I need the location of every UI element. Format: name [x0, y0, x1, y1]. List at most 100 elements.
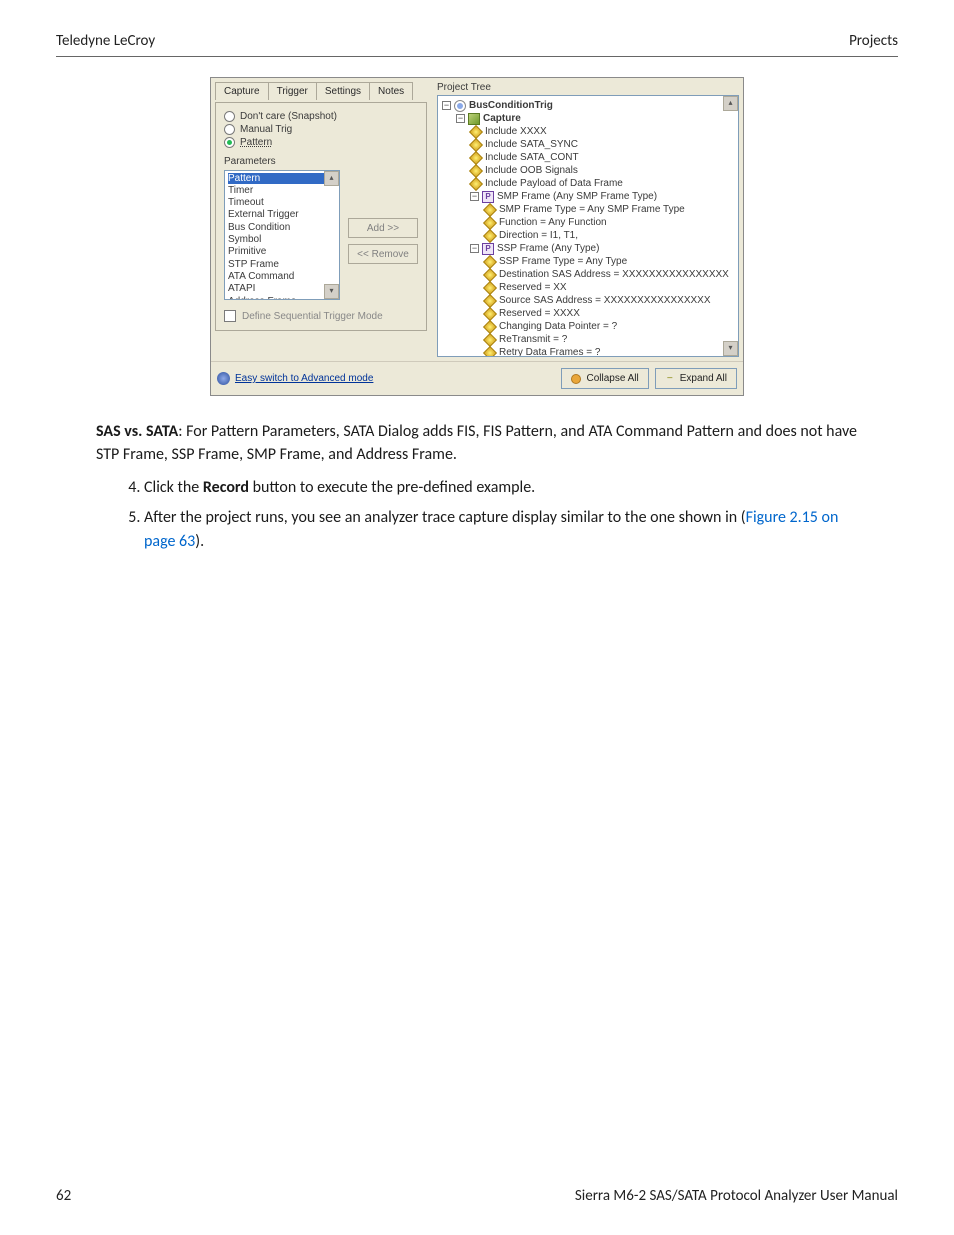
collapse-icon[interactable]: −	[470, 244, 479, 253]
diamond-icon	[484, 308, 496, 320]
dialog-right-panel: Project Tree ▴ − BusConditionTrig	[431, 78, 743, 361]
list-item[interactable]: Primitive	[228, 246, 266, 257]
manual-title: Sierra M6-2 SAS/SATA Protocol Analyzer U…	[575, 1187, 898, 1205]
diamond-icon	[470, 178, 482, 190]
minus-icon: −	[665, 374, 675, 384]
collapse-icon[interactable]: −	[456, 114, 465, 123]
easy-switch-link[interactable]: Easy switch to Advanced mode	[217, 372, 373, 385]
header-left: Teledyne LeCroy	[56, 32, 155, 50]
add-button[interactable]: Add >>	[348, 218, 418, 238]
tree-item[interactable]: Function = Any Function	[499, 216, 607, 229]
body-rest: : For Pattern Parameters, SATA Dialog ad…	[96, 422, 857, 464]
p-icon: P	[482, 243, 494, 255]
expand-all-button[interactable]: − Expand All	[655, 368, 737, 389]
radio-pattern[interactable]	[224, 137, 235, 148]
diamond-icon	[470, 126, 482, 138]
tree-root[interactable]: BusConditionTrig	[469, 99, 553, 112]
project-tree[interactable]: ▴ − BusConditionTrig	[437, 95, 739, 357]
parameters-label: Parameters	[224, 156, 418, 167]
diamond-icon	[484, 295, 496, 307]
tree-scroll-down-icon[interactable]: ▾	[723, 341, 738, 356]
list-item[interactable]: Timeout	[228, 197, 264, 208]
step4-record: Record	[203, 478, 249, 497]
diamond-icon	[484, 321, 496, 333]
tree-item[interactable]: Retry Data Frames = ?	[499, 346, 600, 357]
tree-item[interactable]: Include SATA_SYNC	[485, 138, 578, 151]
tab-notes[interactable]: Notes	[369, 82, 413, 100]
radio-manual-label: Manual Trig	[240, 124, 292, 135]
parameters-listbox[interactable]: ▴ Pattern Timer Timeout External Trigger…	[224, 170, 340, 300]
diamond-icon	[484, 334, 496, 346]
circle-icon	[571, 374, 581, 384]
tree-item[interactable]: Changing Data Pointer = ?	[499, 320, 617, 333]
tree-item[interactable]: ReTransmit = ?	[499, 333, 567, 346]
diamond-icon	[484, 230, 496, 242]
trigger-panel: Don't care (Snapshot) Manual Trig Patter…	[215, 102, 427, 331]
expand-all-label: Expand All	[680, 373, 727, 384]
list-item[interactable]: Bus Condition	[228, 222, 290, 233]
list-item[interactable]: ATAPI	[228, 283, 255, 294]
dialog-left-panel: Capture Trigger Settings Notes Don't car…	[211, 78, 431, 361]
diamond-icon	[484, 269, 496, 281]
list-item[interactable]: Address Frame	[228, 296, 296, 300]
tree-scroll-up-icon[interactable]: ▴	[723, 96, 738, 111]
tree-capture[interactable]: Capture	[483, 112, 521, 125]
checkbox-define-sequential[interactable]	[224, 310, 236, 322]
step-4: Click the Record button to execute the p…	[144, 476, 858, 500]
step4-c: button to execute the pre-defined exampl…	[249, 478, 535, 497]
diamond-icon	[470, 165, 482, 177]
step4-a: Click the	[144, 478, 203, 497]
tab-trigger[interactable]: Trigger	[268, 82, 317, 100]
tree-item[interactable]: Include Payload of Data Frame	[485, 177, 623, 190]
tree-item[interactable]: Source SAS Address = XXXXXXXXXXXXXXXX	[499, 294, 711, 307]
tree-item[interactable]: Include XXXX	[485, 125, 547, 138]
tree-item[interactable]: Reserved = XXXX	[499, 307, 580, 320]
radio-manual[interactable]	[224, 124, 235, 135]
header-right: Projects	[849, 32, 898, 50]
steps-list: Click the Record button to execute the p…	[124, 476, 858, 554]
list-item[interactable]: External Trigger	[228, 209, 299, 220]
radio-snapshot-label: Don't care (Snapshot)	[240, 111, 337, 122]
tree-ssp[interactable]: SSP Frame (Any Type)	[497, 242, 599, 255]
remove-button[interactable]: << Remove	[348, 244, 418, 264]
collapse-all-button[interactable]: Collapse All	[561, 368, 648, 389]
tree-item[interactable]: SMP Frame Type = Any SMP Frame Type	[499, 203, 685, 216]
diamond-icon	[470, 139, 482, 151]
tree-smp[interactable]: SMP Frame (Any SMP Frame Type)	[497, 190, 657, 203]
tree-item[interactable]: Include OOB Signals	[485, 164, 578, 177]
collapse-icon[interactable]: −	[470, 192, 479, 201]
scroll-up-icon[interactable]: ▴	[324, 171, 339, 186]
list-item[interactable]: Pattern	[228, 173, 260, 184]
step-5: After the project runs, you see an analy…	[144, 506, 858, 554]
root-icon	[454, 100, 466, 112]
radio-snapshot[interactable]	[224, 111, 235, 122]
body-lead: SAS vs. SATA	[96, 422, 178, 441]
list-item[interactable]: STP Frame	[228, 259, 279, 270]
step5-b: ).	[195, 532, 204, 551]
easy-switch-label: Easy switch to Advanced mode	[235, 373, 373, 384]
tab-settings[interactable]: Settings	[316, 82, 370, 100]
tree-item[interactable]: Destination SAS Address = XXXXXXXXXXXXXX…	[499, 268, 729, 281]
collapse-icon[interactable]: −	[442, 101, 451, 110]
header-rule	[56, 56, 898, 57]
tree-item[interactable]: SSP Frame Type = Any Type	[499, 255, 627, 268]
list-item[interactable]: ATA Command	[228, 271, 294, 282]
list-item[interactable]: Symbol	[228, 234, 261, 245]
diamond-icon	[484, 347, 496, 358]
capture-icon	[468, 113, 480, 125]
tree-item[interactable]: Include SATA_CONT	[485, 151, 579, 164]
step5-a: After the project runs, you see an analy…	[144, 508, 746, 527]
tabs-bar: Capture Trigger Settings Notes	[215, 82, 427, 100]
scroll-down-icon[interactable]: ▾	[324, 284, 339, 299]
diamond-icon	[484, 282, 496, 294]
list-item[interactable]: Timer	[228, 185, 253, 196]
project-tree-label: Project Tree	[437, 82, 739, 93]
tab-capture[interactable]: Capture	[215, 82, 269, 100]
dialog-window: Capture Trigger Settings Notes Don't car…	[210, 77, 744, 396]
tree-item[interactable]: Direction = I1, T1,	[499, 229, 578, 242]
diamond-icon	[470, 152, 482, 164]
gear-icon	[217, 372, 230, 385]
body-paragraph: SAS vs. SATA: For Pattern Parameters, SA…	[96, 420, 858, 466]
define-sequential-label: Define Sequential Trigger Mode	[242, 311, 383, 322]
tree-item[interactable]: Reserved = XX	[499, 281, 567, 294]
